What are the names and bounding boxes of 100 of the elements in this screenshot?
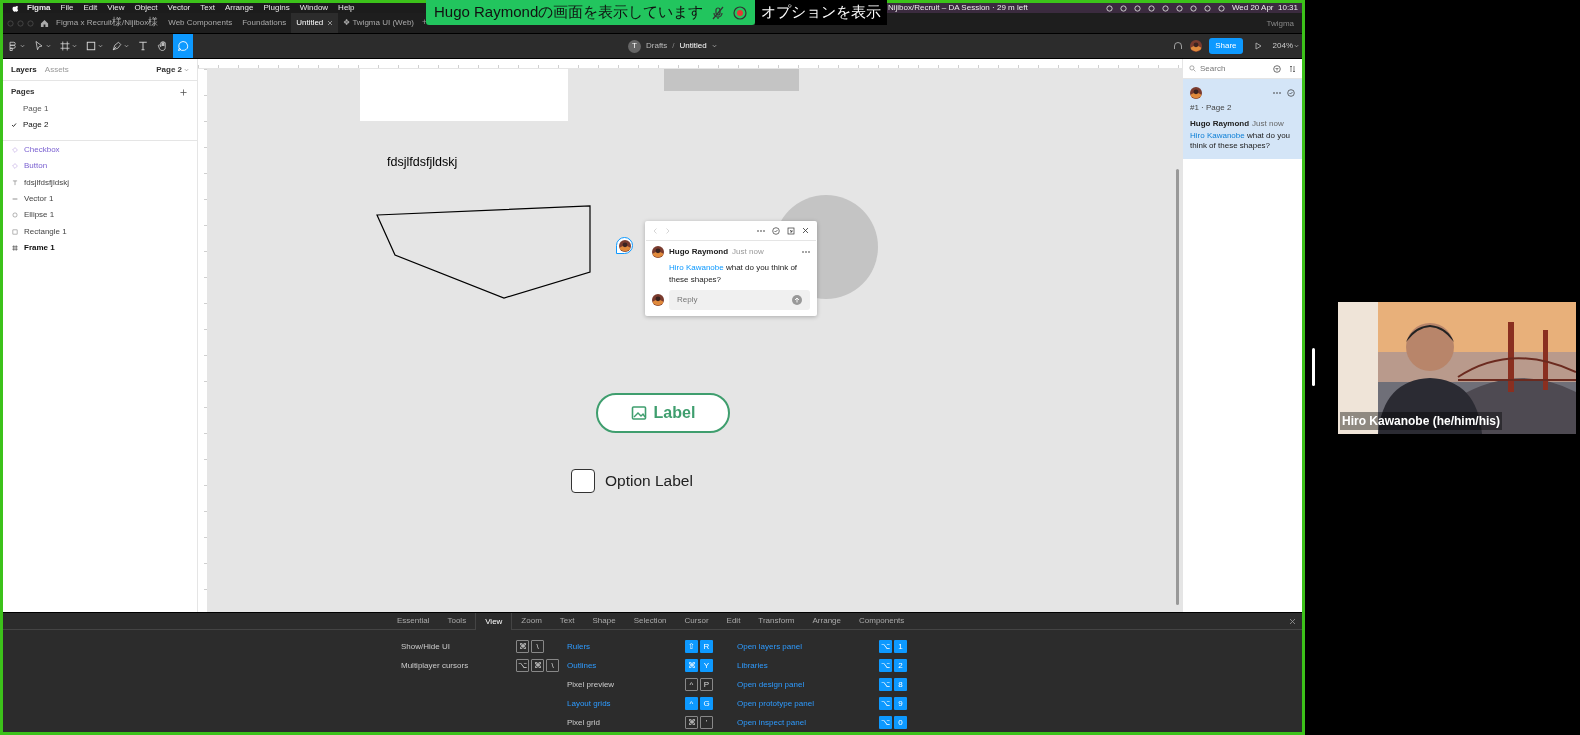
team-avatar[interactable]: T [628, 39, 641, 53]
breadcrumb-link[interactable]: Drafts [646, 40, 668, 52]
resolve-icon[interactable] [772, 226, 780, 235]
resolve-icon[interactable] [1287, 89, 1295, 97]
key-cap: \ [546, 659, 559, 672]
workspace-name: Twigma [1266, 18, 1294, 30]
layer-item[interactable]: Checkbox [3, 142, 197, 159]
new-tab-button[interactable]: + [422, 16, 428, 30]
rectangle-layer-icon [12, 228, 18, 235]
microphone-off-icon[interactable] [711, 5, 726, 20]
shortcut-label: Outlines [567, 659, 598, 672]
section-heading: Pages [11, 86, 35, 98]
show-options-button[interactable]: オプションを表示 [755, 0, 888, 25]
file-tab[interactable]: ❖ Twigma UI (Web) [338, 13, 419, 33]
caret-icon [1294, 44, 1299, 48]
comment-author: Hugo Raymond [1190, 118, 1250, 130]
file-tab[interactable]: Untitled [291, 13, 339, 33]
menu-item[interactable]: Vector [167, 4, 191, 12]
text-tool-icon [137, 40, 149, 52]
shortcut-tab[interactable]: Shape [583, 613, 625, 629]
menu-item[interactable]: Plugins [263, 4, 290, 12]
shortcut-tab[interactable]: Transform [749, 613, 804, 629]
key-cap: ⌥ [516, 659, 529, 672]
shortcut-tab[interactable]: Tools [438, 613, 476, 629]
comment-pin[interactable] [616, 237, 633, 254]
cursor-arrow-icon [33, 40, 45, 52]
menu-item[interactable]: Arrange [224, 4, 254, 12]
scroll-handle[interactable] [1312, 348, 1315, 386]
close-icon[interactable] [1289, 617, 1296, 625]
more-icon[interactable] [802, 250, 810, 254]
comment-time: Just now [732, 246, 764, 258]
record-icon[interactable] [733, 5, 748, 20]
key-cap: Y [700, 659, 713, 672]
key-cap: 2 [894, 659, 907, 672]
menu-item[interactable]: File [60, 4, 74, 12]
apple-icon[interactable] [12, 4, 19, 12]
scrollbar[interactable] [1176, 169, 1179, 605]
page-menu[interactable]: Page 2 [156, 63, 189, 76]
shortcut-tab[interactable]: Arrange [803, 613, 850, 629]
menu-item[interactable]: Object [134, 4, 158, 12]
shortcut-label: Pixel preview [567, 678, 616, 691]
component-icon [12, 163, 18, 170]
layer-item[interactable]: Ellipse 1 [3, 207, 197, 224]
key-cap: ^ [685, 697, 698, 710]
frame-icon [59, 40, 71, 52]
caret-icon [184, 67, 189, 72]
menu-item[interactable]: Figma [27, 4, 51, 12]
page-item[interactable]: Page 1 [3, 101, 197, 117]
layer-item[interactable]: Rectangle 1 [3, 223, 197, 240]
shortcut-tab[interactable]: Cursor [675, 613, 718, 629]
layer-item[interactable]: Frame 1 [3, 239, 197, 257]
headphones-icon[interactable] [1173, 41, 1184, 51]
session-status[interactable]: Nijibox/Recruit – DA Session · 29 m left [888, 4, 1028, 12]
sort-icon[interactable] [1289, 64, 1296, 73]
layer-item[interactable]: Button [3, 158, 197, 175]
key-cap: ⌘ [531, 659, 544, 672]
more-icon[interactable] [757, 228, 765, 233]
file-tab[interactable]: Foundations [237, 13, 292, 33]
menu-item[interactable]: Window [299, 4, 329, 12]
shortcut-tab[interactable]: View [475, 613, 513, 630]
comment-card[interactable]: #1 · Page 2 Hugo Raymond Just now Hiro Kawanobe what do you think of these shapes? [1183, 79, 1302, 159]
panel-tab[interactable]: Layers [11, 63, 37, 76]
menu-item[interactable]: Edit [83, 4, 98, 12]
shortcut-tab[interactable]: Text [550, 613, 584, 629]
layer-item[interactable]: fdsjlfdsfjldskj [3, 174, 197, 191]
close-icon[interactable] [802, 227, 809, 234]
menu-item[interactable]: View [107, 4, 125, 12]
layer-item[interactable]: Vector 1 [3, 190, 197, 208]
shortcut-tab[interactable]: Selection [624, 613, 676, 629]
menu-item[interactable]: Help [338, 4, 355, 12]
page-item[interactable]: Page 2 [3, 117, 197, 133]
key-cap: ⌥ [879, 659, 892, 672]
checkbox[interactable] [571, 469, 595, 493]
filter-icon[interactable] [1273, 64, 1281, 73]
menu-item[interactable]: Text [200, 4, 215, 12]
search-field[interactable]: Search [1200, 62, 1260, 75]
frame-layer-icon [12, 244, 18, 251]
add-icon[interactable] [180, 88, 187, 96]
file-name[interactable]: Untitled [679, 40, 707, 52]
main-menu-icon [7, 40, 19, 52]
file-tab[interactable]: Web Components [163, 13, 238, 33]
search-icon [1189, 65, 1196, 72]
shortcut-tab[interactable]: Edit [717, 613, 750, 629]
close-icon[interactable] [327, 20, 334, 26]
screen-share-banner: Hugo Raymondの画面を表示しています [426, 0, 756, 25]
shortcut-tab[interactable]: Zoom [512, 613, 551, 629]
key-cap: ⇧ [685, 640, 698, 653]
shortcut-tab[interactable]: Essential [388, 613, 439, 629]
home-icon[interactable] [40, 18, 49, 28]
shortcut-label: Open design panel [737, 678, 806, 691]
shortcut-tab[interactable]: Components [850, 613, 914, 629]
key-cap: R [700, 640, 713, 653]
file-tab[interactable]: Figma x Recruit様/Nijibox様 [51, 13, 164, 33]
send-icon[interactable] [792, 295, 802, 305]
reply-field[interactable]: Reply [669, 290, 810, 310]
comment-icon [177, 40, 189, 52]
inbox-icon[interactable] [787, 226, 795, 235]
zoom-menu[interactable]: 204% [1272, 40, 1299, 52]
clock: Wed 20 Apr 10:31 [1231, 4, 1298, 12]
play-icon[interactable] [1253, 42, 1262, 50]
